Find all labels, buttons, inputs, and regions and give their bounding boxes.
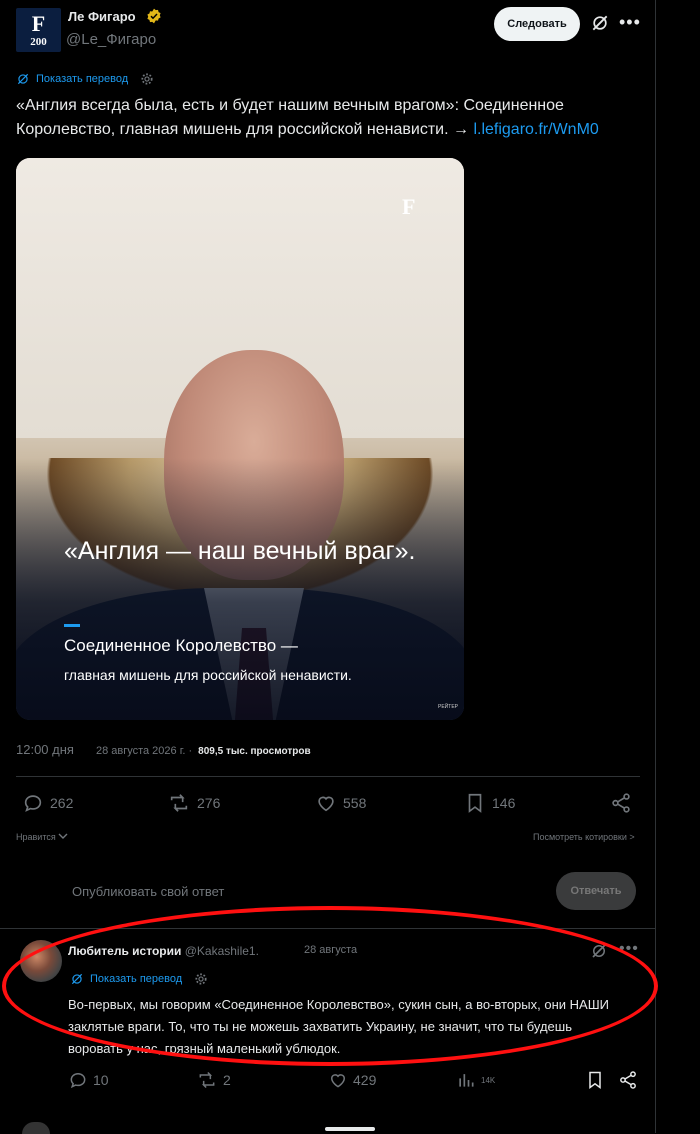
bookmark-icon <box>468 793 482 813</box>
tweet-meta: 12:00 дня 28 августа 2026 г. · 809,5 тыс… <box>16 742 311 757</box>
comment-bookmark-action[interactable] <box>585 1070 610 1090</box>
account-name[interactable]: Ле Фигаро <box>68 9 136 24</box>
repost-action[interactable]: 276 <box>167 792 220 814</box>
tweet-views: 809,5 тыс. просмотров <box>198 746 311 757</box>
comment-repost-action[interactable]: 2 <box>196 1070 231 1090</box>
reply-count: 262 <box>50 795 74 811</box>
translate-icon <box>17 73 29 85</box>
column-divider <box>655 0 656 1133</box>
comment-reply-action[interactable]: 10 <box>68 1070 109 1090</box>
tweet-date[interactable]: 28 августа 2026 г. · <box>96 745 192 757</box>
translate-row: Показать перевод <box>16 70 160 88</box>
bookmark-count: 146 <box>492 795 516 811</box>
media-subtitle-line1: Соединенное Королевство — <box>64 636 298 655</box>
repost-count: 276 <box>197 795 221 811</box>
red-circle-annotation <box>2 906 658 1066</box>
bookmark-icon <box>589 1071 601 1089</box>
repost-icon <box>199 1071 215 1089</box>
comment-view-count: 14K <box>481 1075 496 1085</box>
gear-icon[interactable] <box>140 72 154 86</box>
more-options-icon[interactable]: ••• <box>619 12 641 33</box>
comment-like-count: 429 <box>353 1072 377 1088</box>
account-handle[interactable]: @Le_Фигаро <box>66 31 156 48</box>
photo-credit: РЕЙТЕР <box>438 704 458 710</box>
share-icon <box>612 793 630 813</box>
comment-views-action[interactable]: 14K <box>456 1070 495 1090</box>
chevron-down-icon <box>58 833 68 839</box>
view-quotes-link[interactable]: Посмотреть котировки > <box>533 832 635 842</box>
media-quote: «Англия — наш вечный враг». <box>64 537 416 565</box>
heart-icon <box>330 1074 346 1088</box>
comment-share-action[interactable] <box>618 1070 643 1090</box>
share-icon <box>620 1071 636 1089</box>
verified-badge-icon <box>147 8 161 24</box>
repost-icon <box>170 794 188 812</box>
avatar-logo-number: 200 <box>30 36 47 48</box>
reply-icon <box>70 1072 86 1089</box>
figaro-avatar[interactable]: F 200 <box>16 8 61 52</box>
comment-like-action[interactable]: 429 <box>328 1070 376 1090</box>
share-action[interactable] <box>610 792 638 814</box>
reply-button[interactable]: Отвечать <box>556 872 636 910</box>
tweet-time[interactable]: 12:00 дня <box>16 742 74 757</box>
bookmark-action[interactable]: 146 <box>464 792 515 814</box>
like-action[interactable]: 558 <box>315 792 366 814</box>
media-subtitle-line2: главная мишень для российской ненависти. <box>64 667 352 683</box>
tweet-text: «Англия всегда была, есть и будет нашим … <box>16 94 646 142</box>
avatar-logo-letter: F <box>31 11 46 36</box>
tweet-actions: 262 276 558 146 <box>16 792 636 816</box>
follow-button[interactable]: Следовать <box>494 7 580 41</box>
media-accent-bar <box>64 624 80 627</box>
comment-reply-count: 10 <box>93 1072 109 1088</box>
comment-repost-count: 2 <box>223 1072 231 1088</box>
likes-label: Нравится <box>16 832 56 842</box>
divider <box>16 776 640 777</box>
reply-icon <box>24 795 42 812</box>
reply-input[interactable]: Опубликовать свой ответ <box>72 884 224 899</box>
likes-dropdown[interactable]: Нравится <box>16 832 68 842</box>
tweet-link[interactable]: l.lefigaro.fr/WnM0 <box>473 121 598 138</box>
figaro-watermark: F <box>402 194 416 219</box>
tweet-media-image[interactable]: F «Англия — наш вечный враг». Соединенно… <box>16 158 464 720</box>
show-translation-link[interactable]: Показать перевод <box>36 73 128 85</box>
comment-actions: 10 2 429 14K <box>68 1070 648 1092</box>
reply-action[interactable]: 262 <box>22 792 73 814</box>
heart-icon <box>318 796 334 812</box>
next-reply-avatar <box>22 1122 50 1134</box>
grok-icon[interactable] <box>590 13 610 33</box>
home-indicator <box>325 1127 375 1131</box>
analytics-icon <box>459 1074 474 1087</box>
like-count: 558 <box>343 795 367 811</box>
